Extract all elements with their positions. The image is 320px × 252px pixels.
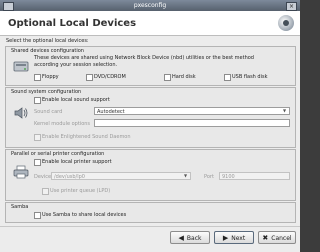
enable-printer-checkbox[interactable]: [34, 159, 41, 166]
next-button[interactable]: ▶ Next: [214, 231, 254, 244]
window-close-icon[interactable]: ×: [286, 2, 297, 11]
button-separator: [0, 226, 300, 227]
printer-device-dropdown[interactable]: /dev/usb/lp0 ▼: [51, 172, 191, 180]
shared-devices-title: Shared devices configuration: [11, 48, 84, 54]
page-title: Optional Local Devices: [8, 18, 137, 29]
shared-devices-section: Shared devices configuration These devic…: [5, 46, 296, 86]
usb-flash-disk-label: USB flash disk: [232, 74, 268, 80]
floppy-label: Floppy: [42, 74, 59, 80]
printer-device-label: Device: [34, 174, 52, 180]
chevron-down-icon: ▼: [184, 173, 188, 178]
window: pxesconfig × Optional Local Devices Sele…: [0, 0, 300, 252]
pxes-logo-icon: [278, 15, 294, 31]
sound-title: Sound system configuration: [11, 89, 82, 95]
printer-device-value: /dev/usb/lp0: [54, 174, 85, 180]
window-menu-icon[interactable]: [3, 2, 14, 11]
page-header: Optional Local Devices: [0, 11, 300, 36]
hard-disk-checkbox[interactable]: [164, 74, 171, 81]
kernel-module-label: Kernel module options: [34, 121, 91, 127]
title-bar: pxesconfig ×: [0, 0, 300, 11]
usb-flash-disk-checkbox[interactable]: [224, 74, 231, 81]
samba-section: Samba Use Samba to share local devices: [5, 202, 296, 223]
printer-port-label: Port: [204, 174, 214, 180]
kernel-module-input[interactable]: [94, 119, 290, 127]
enable-sound-label: Enable local sound support: [42, 97, 110, 103]
shared-desc-line1: These devices are shared using Network B…: [34, 55, 254, 61]
shared-desc-line2: according your session selection.: [34, 62, 118, 68]
esd-checkbox[interactable]: [34, 134, 41, 141]
intro-text: Select the optional local devices:: [6, 38, 89, 44]
enable-sound-checkbox[interactable]: [34, 97, 41, 104]
sound-card-label: Sound card: [34, 109, 63, 115]
printer-queue-label: Use printer queue (LPD): [50, 188, 111, 194]
dvd-cdrom-checkbox[interactable]: [86, 74, 93, 81]
sound-section: Sound system configuration Enable local …: [5, 87, 296, 148]
chevron-down-icon: ▼: [283, 108, 287, 113]
dvd-cdrom-label: DVD/CDROM: [94, 74, 126, 80]
back-arrow-icon: ◀: [178, 234, 184, 242]
next-arrow-icon: ▶: [222, 234, 229, 242]
drive-icon: [13, 61, 29, 72]
printer-title: Parallel or serial printer configuration: [11, 151, 105, 157]
printer-icon: [13, 165, 29, 179]
floppy-checkbox[interactable]: [34, 74, 41, 81]
back-label: Back: [186, 235, 202, 242]
samba-title: Samba: [11, 204, 29, 210]
cancel-icon: ✖: [262, 234, 269, 242]
cancel-label: Cancel: [271, 235, 292, 242]
printer-port-input[interactable]: 9100: [219, 172, 290, 180]
samba-checkbox[interactable]: [34, 212, 41, 219]
printer-queue-checkbox[interactable]: [42, 188, 49, 195]
next-label: Next: [231, 235, 246, 242]
cancel-button[interactable]: ✖ Cancel: [258, 231, 296, 244]
hard-disk-label: Hard disk: [172, 74, 196, 80]
sound-card-dropdown[interactable]: Autodetect ▼: [94, 107, 290, 115]
enable-printer-label: Enable local printer support: [42, 159, 112, 165]
esd-label: Enable Enlightened Sound Daemon: [42, 134, 131, 140]
printer-section: Parallel or serial printer configuration…: [5, 149, 296, 201]
speaker-icon: [14, 107, 28, 119]
window-title: pxesconfig: [133, 2, 167, 9]
samba-label: Use Samba to share local devices: [42, 212, 127, 218]
back-button[interactable]: ◀ Back: [170, 231, 210, 244]
sound-card-value: Autodetect: [97, 109, 125, 115]
